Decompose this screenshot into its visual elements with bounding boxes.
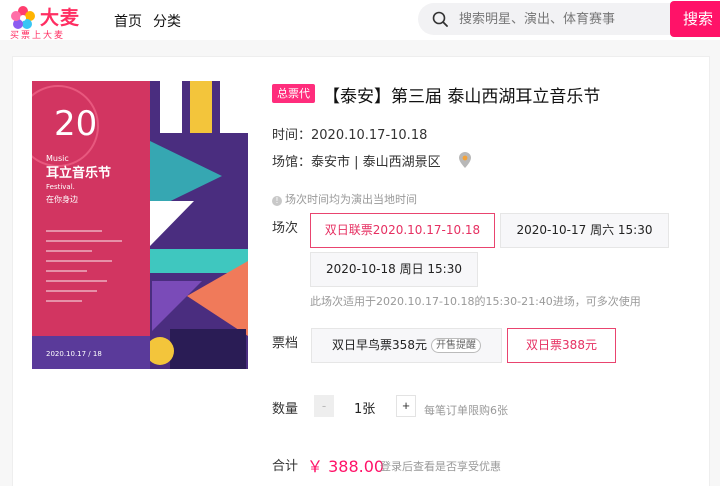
search-box — [418, 3, 682, 35]
poster-slogan: 在你身边 — [46, 194, 78, 204]
event-title: 【泰安】第三届 泰山西湖耳立音乐节 — [323, 87, 601, 107]
poster-name: 耳立音乐节 — [46, 165, 111, 181]
venue-label: 场馆： — [272, 155, 312, 170]
tier-early-bird-label: 双日早鸟票358元 — [332, 338, 427, 352]
search-icon — [432, 11, 448, 27]
event-venue: 场馆：泰安市 | 泰山西湖景区 — [272, 151, 441, 170]
quantity-decrease-button[interactable]: - — [314, 395, 334, 417]
info-icon: ! — [272, 196, 282, 206]
poster-date: 2020.10.17 / 18 — [46, 350, 102, 358]
session-label: 场次 — [272, 221, 299, 236]
agency-badge: 总票代 — [272, 84, 315, 103]
logo-text: 大麦 — [40, 7, 81, 29]
session-note: 此场次适用于2020.10.17-10.18的15:30-21:40进场，可多次… — [310, 295, 641, 308]
title-row: 总票代 【泰安】第三届 泰山西湖耳立音乐节 — [272, 82, 712, 107]
top-header: 大麦 买票上大麦 首页 分类 搜索 — [0, 0, 720, 41]
quantity-increase-button[interactable]: + — [396, 395, 416, 417]
quantity-value: 1张 — [354, 402, 376, 417]
map-pin-icon[interactable] — [459, 152, 471, 168]
nav-category[interactable]: 分类 — [153, 11, 181, 31]
presale-reminder-tag: 开售提醒 — [430, 338, 481, 353]
login-discount-note: 登录后查看是否享受优惠 — [380, 460, 501, 473]
search-button[interactable]: 搜索 — [670, 1, 720, 37]
time-label: 时间： — [272, 128, 312, 143]
tier-label: 票档 — [272, 336, 299, 351]
tip-text: 场次时间均为演出当地时间 — [285, 193, 417, 206]
session-option-both-days[interactable]: 双日联票2020.10.17-10.18 — [310, 213, 495, 248]
quantity-label: 数量 — [272, 402, 299, 417]
event-poster[interactable]: 20 Music 耳立音乐节 Festival. 在你身边 2020.10.17… — [32, 81, 248, 369]
timezone-tip: ! 场次时间均为演出当地时间 — [272, 191, 417, 207]
total-price: ￥ 388.00 — [307, 457, 385, 476]
event-time: 时间：2020.10.17-10.18 — [272, 124, 427, 143]
venue-value[interactable]: 泰安市 | 泰山西湖景区 — [311, 155, 441, 170]
poster-year: 20 — [54, 104, 97, 144]
purchase-limit-note: 每笔订单限购6张 — [424, 404, 508, 417]
search-input[interactable] — [459, 3, 669, 35]
tier-option-early-bird[interactable]: 双日早鸟票358元 开售提醒 — [311, 328, 502, 363]
nav-home[interactable]: 首页 — [114, 11, 142, 31]
total-label: 合计 — [272, 459, 299, 474]
poster-music: Music — [46, 154, 69, 163]
tier-option-standard[interactable]: 双日票388元 — [507, 328, 616, 363]
session-option-oct17[interactable]: 2020-10-17 周六 15:30 — [500, 213, 669, 248]
time-value: 2020.10.17-10.18 — [311, 128, 428, 143]
poster-festival: Festival. — [46, 183, 75, 191]
session-option-oct18[interactable]: 2020-10-18 周日 15:30 — [310, 252, 478, 287]
damai-logo[interactable]: 大麦 买票上大麦 — [8, 3, 88, 41]
